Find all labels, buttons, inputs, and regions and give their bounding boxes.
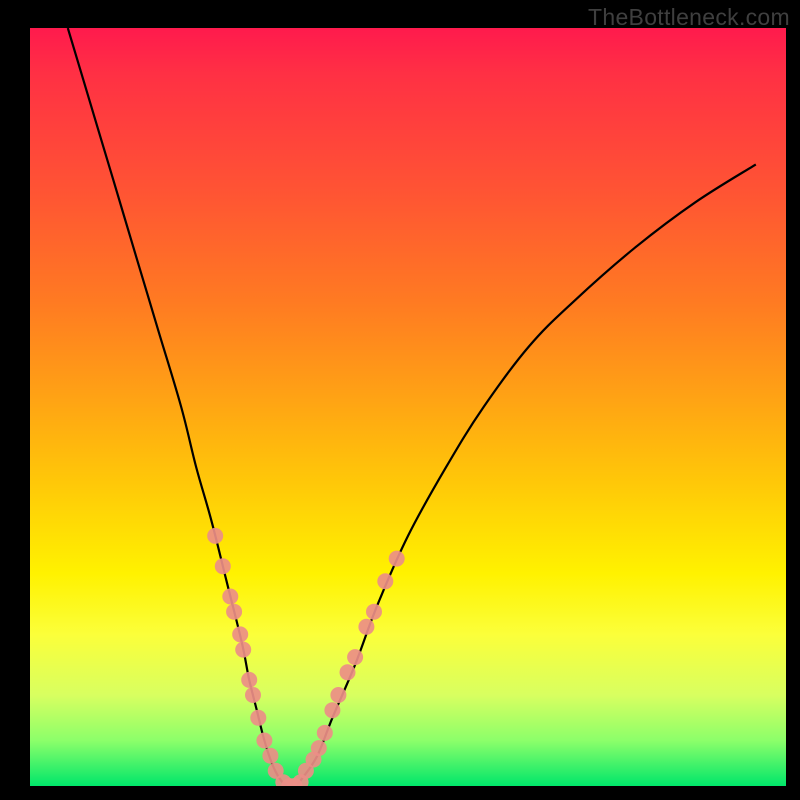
curve-marker bbox=[358, 619, 374, 635]
curve-marker bbox=[256, 733, 272, 749]
curve-marker bbox=[222, 589, 238, 605]
curve-marker bbox=[324, 702, 340, 718]
curve-marker bbox=[377, 573, 393, 589]
curve-marker bbox=[241, 672, 257, 688]
curve-marker bbox=[207, 528, 223, 544]
curve-marker bbox=[340, 664, 356, 680]
chart-frame: TheBottleneck.com bbox=[0, 0, 800, 800]
bottleneck-curve bbox=[68, 28, 756, 786]
curve-marker bbox=[250, 710, 266, 726]
curve-markers bbox=[207, 528, 405, 786]
curve-marker bbox=[235, 642, 251, 658]
curve-marker bbox=[317, 725, 333, 741]
curve-marker bbox=[232, 626, 248, 642]
curve-marker bbox=[226, 604, 242, 620]
curve-marker bbox=[245, 687, 261, 703]
bottleneck-curve-svg bbox=[30, 28, 786, 786]
watermark-text: TheBottleneck.com bbox=[588, 4, 790, 31]
plot-area bbox=[30, 28, 786, 786]
curve-marker bbox=[389, 551, 405, 567]
curve-marker bbox=[330, 687, 346, 703]
curve-marker bbox=[262, 748, 278, 764]
curve-marker bbox=[215, 558, 231, 574]
curve-marker bbox=[366, 604, 382, 620]
curve-marker bbox=[347, 649, 363, 665]
curve-marker bbox=[311, 740, 327, 756]
